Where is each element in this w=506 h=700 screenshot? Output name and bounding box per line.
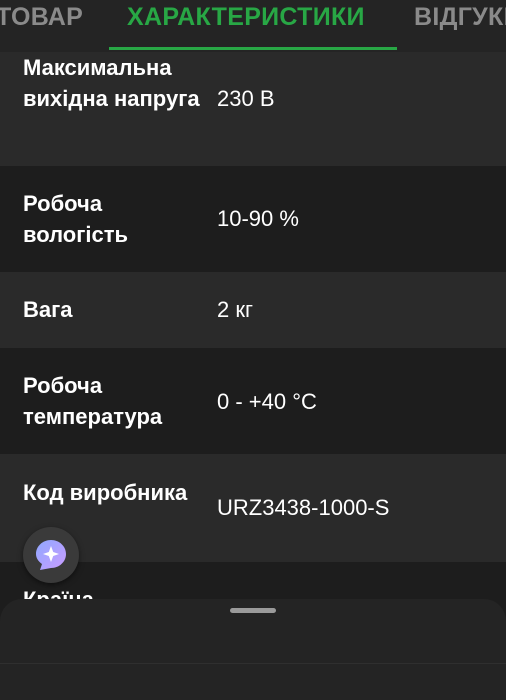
spec-name: Максимальна вихідна напруга bbox=[23, 55, 200, 111]
spec-value: 230 В bbox=[217, 86, 275, 111]
bottom-sheet[interactable] bbox=[0, 599, 506, 700]
drag-handle[interactable] bbox=[230, 608, 276, 613]
spec-row: Вага 2 кг bbox=[0, 272, 506, 348]
spec-row: Робоча вологість 10-90 % bbox=[0, 166, 506, 272]
tab-bar: ТОВАР ХАРАКТЕРИСТИКИ ВІДГУКИ bbox=[0, 0, 506, 52]
divider bbox=[0, 663, 506, 664]
spec-value: 2 кг bbox=[217, 297, 253, 322]
spec-value: 10-90 % bbox=[217, 206, 299, 231]
sparkle-chat-icon bbox=[36, 540, 66, 570]
tab-product[interactable]: ТОВАР bbox=[0, 2, 83, 32]
active-tab-indicator bbox=[109, 47, 397, 50]
tab-reviews[interactable]: ВІДГУКИ bbox=[414, 2, 506, 32]
spec-name: Робоча температура bbox=[23, 373, 163, 429]
spec-row: Максимальна вихідна напруга 230 В bbox=[0, 52, 506, 166]
assistant-button[interactable] bbox=[23, 527, 79, 583]
spec-name: Вага bbox=[23, 297, 73, 322]
spec-row: Робоча температура 0 - +40 °C bbox=[0, 348, 506, 454]
tab-specs[interactable]: ХАРАКТЕРИСТИКИ bbox=[127, 2, 365, 32]
spec-value: 0 - +40 °C bbox=[217, 389, 317, 414]
spec-value: URZ3438-1000-S bbox=[217, 495, 390, 520]
spec-name: Код виробника bbox=[23, 480, 188, 505]
spec-name: Робоча вологість bbox=[23, 191, 129, 247]
